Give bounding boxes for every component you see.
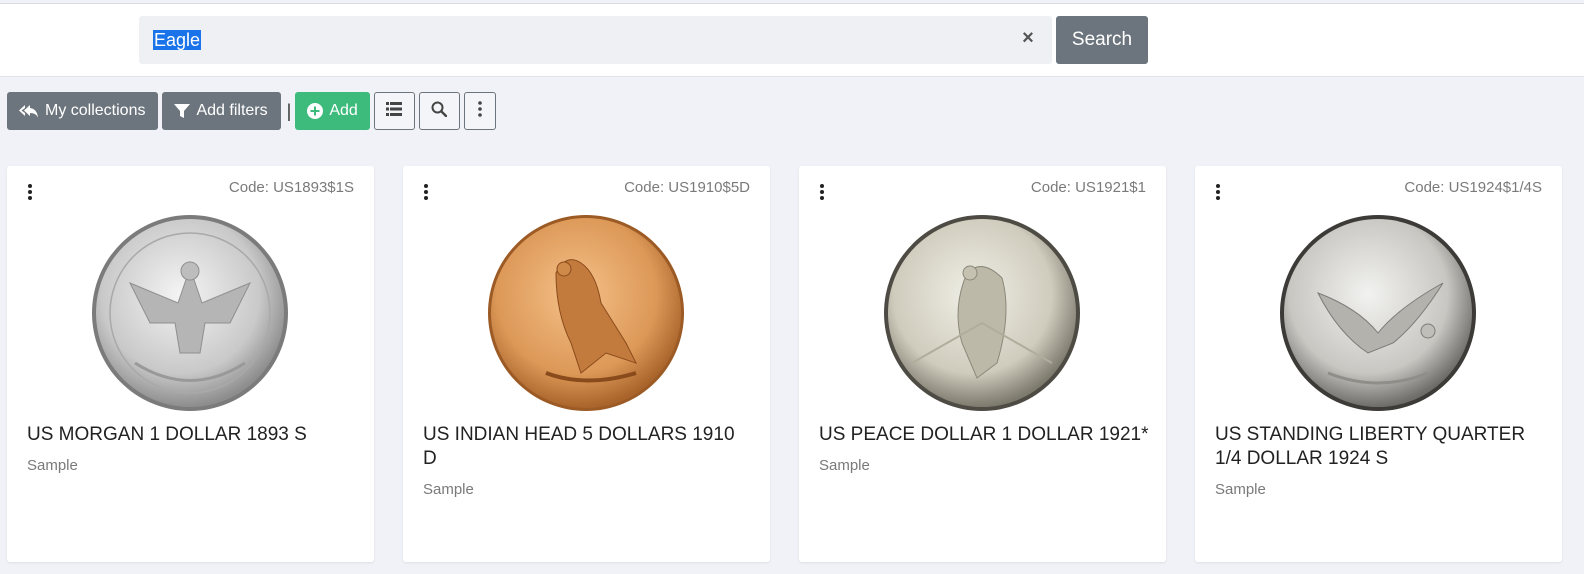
coin-card[interactable]: Code: US1910$5D US INDIAN HEAD 5 DOLLARS…	[403, 166, 770, 562]
card-menu-icon[interactable]	[25, 182, 35, 202]
search-button[interactable]: Search	[1056, 16, 1148, 64]
search-input-value[interactable]: Eagle	[153, 30, 202, 50]
coin-image[interactable]	[486, 213, 686, 413]
more-options-button[interactable]	[463, 92, 496, 130]
reply-all-icon	[19, 103, 39, 119]
add-label: Add	[329, 102, 358, 119]
my-collections-button[interactable]: My collections	[7, 92, 159, 130]
coin-code: Code: US1910$5D	[624, 179, 750, 196]
gold-indian-head-eagle-coin	[488, 215, 684, 411]
card-menu-icon[interactable]	[421, 182, 431, 202]
coin-subtitle: Sample	[423, 481, 474, 498]
search-icon	[431, 101, 448, 122]
collection-toolbar: My collections Add filters | Add	[7, 92, 500, 130]
coin-card[interactable]: Code: US1893$1S US MORGAN 1 DOLLAR 1893 …	[7, 166, 374, 562]
coin-image[interactable]	[1278, 213, 1478, 413]
list-view-button[interactable]	[373, 92, 415, 130]
coin-title[interactable]: US MORGAN 1 DOLLAR 1893 S	[27, 423, 357, 447]
coin-title[interactable]: US PEACE DOLLAR 1 DOLLAR 1921*	[819, 423, 1149, 447]
list-icon	[386, 101, 403, 121]
add-button[interactable]: Add	[295, 92, 370, 130]
search-toggle-button[interactable]	[418, 92, 460, 130]
coin-title[interactable]: US STANDING LIBERTY QUARTER 1/4 DOLLAR 1…	[1215, 423, 1545, 471]
add-filters-label: Add filters	[196, 102, 268, 119]
plus-circle-icon	[307, 103, 324, 119]
coin-code: Code: US1893$1S	[228, 179, 354, 196]
toolbar-separator: |	[286, 100, 292, 121]
card-menu-icon[interactable]	[1213, 182, 1223, 202]
coin-card[interactable]: Code: US1921$1 US PEACE DOLLAR 1 DOLLAR …	[799, 166, 1166, 562]
silver-peace-dollar-eagle-coin	[884, 215, 1080, 411]
coin-code: Code: US1921$1	[1030, 179, 1146, 196]
coin-image[interactable]	[882, 213, 1082, 413]
coin-title[interactable]: US INDIAN HEAD 5 DOLLARS 1910 D	[423, 423, 753, 471]
coin-subtitle: Sample	[819, 457, 870, 474]
coin-image[interactable]	[90, 213, 290, 413]
card-menu-icon[interactable]	[817, 182, 827, 202]
standing-liberty-quarter-eagle-coin	[1280, 215, 1476, 411]
my-collections-label: My collections	[45, 102, 146, 119]
coin-code: Code: US1924$1/4S	[1404, 179, 1542, 196]
coin-subtitle: Sample	[27, 457, 78, 474]
search-header: Eagle × Search	[0, 3, 1584, 77]
silver-morgan-eagle-coin	[92, 215, 288, 411]
coin-subtitle: Sample	[1215, 481, 1266, 498]
clear-search-button[interactable]: ×	[1018, 26, 1038, 50]
filter-icon	[174, 103, 191, 119]
search-input[interactable]: Eagle ×	[139, 16, 1052, 64]
add-filters-button[interactable]: Add filters	[162, 92, 281, 130]
coin-card[interactable]: Code: US1924$1/4S US STANDING LIBERTY QU…	[1195, 166, 1562, 562]
vertical-ellipsis-icon	[477, 100, 482, 122]
